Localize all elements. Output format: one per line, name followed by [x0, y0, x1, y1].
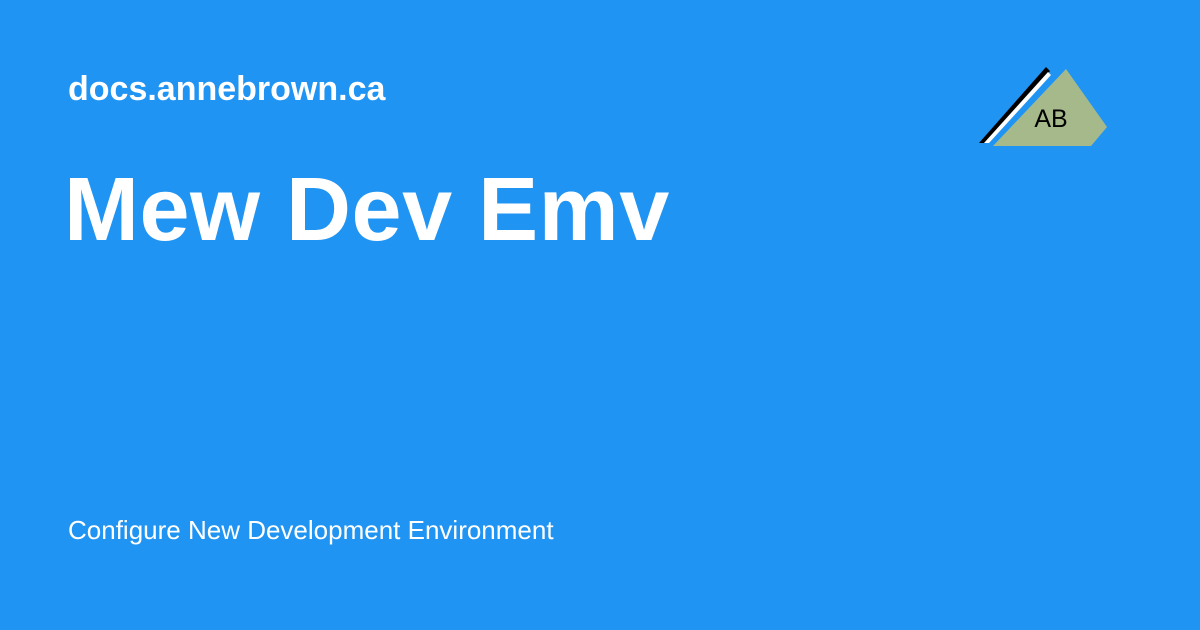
- page-description: Configure New Development Environment: [68, 515, 554, 545]
- triangle-monogram-icon: AB: [979, 67, 1107, 146]
- page-title: Mew Dev Emv: [64, 160, 670, 260]
- site-name: docs.annebrown.ca: [68, 70, 386, 108]
- logo-initials: AB: [1034, 105, 1067, 133]
- social-card: docs.annebrown.ca Mew Dev Emv Configure …: [0, 0, 1200, 630]
- logo: AB: [976, 64, 1110, 150]
